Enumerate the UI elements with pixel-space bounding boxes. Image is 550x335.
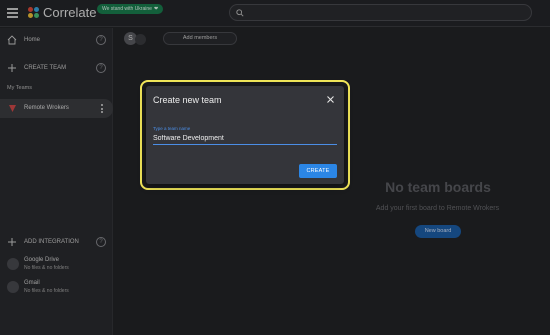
create-button[interactable]: CREATE <box>299 164 337 178</box>
close-icon[interactable] <box>327 96 334 103</box>
dialog-title: Create new team <box>153 95 222 105</box>
create-team-dialog: Create new team Type a team name CREATE <box>146 86 344 184</box>
team-name-label: Type a team name <box>153 126 191 131</box>
team-name-input[interactable] <box>153 133 337 145</box>
